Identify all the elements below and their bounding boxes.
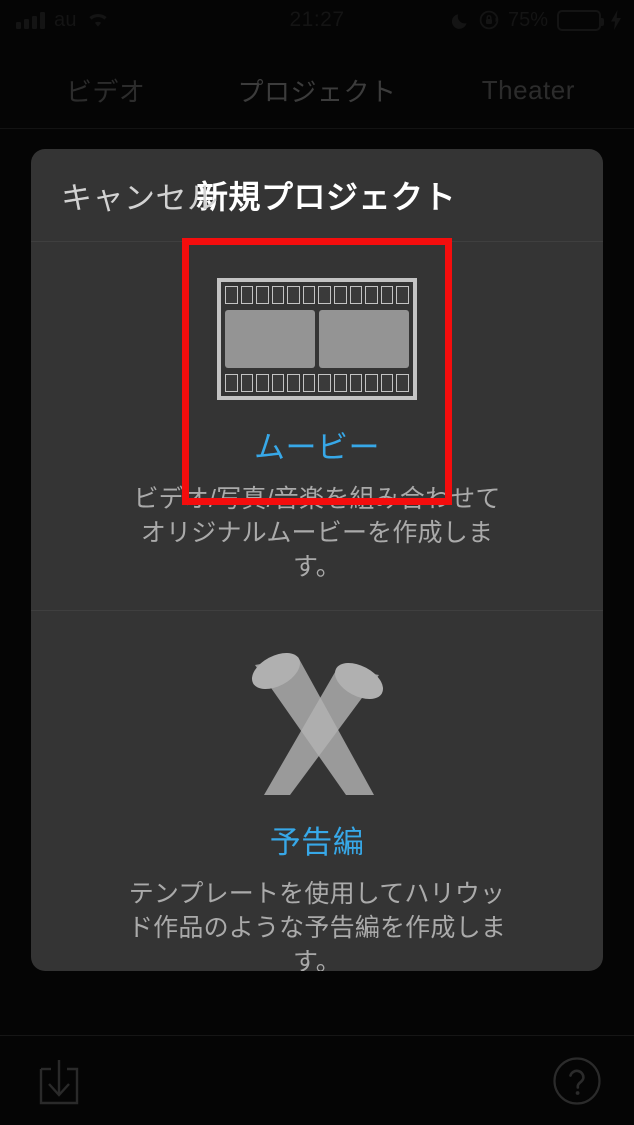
help-question-icon[interactable]	[552, 1056, 602, 1106]
import-download-icon[interactable]	[36, 1058, 82, 1106]
tab-projects[interactable]: プロジェクト	[211, 72, 422, 109]
battery-icon	[557, 9, 604, 31]
moon-icon	[451, 11, 470, 29]
bottom-toolbar	[0, 1036, 634, 1125]
status-bar: au 21:27 75%	[0, 0, 634, 40]
sheet-header: キャンセル 新規プロジェクト	[31, 149, 603, 242]
film-frames	[221, 310, 413, 368]
top-tab-bar[interactable]: ビデオ プロジェクト Theater	[0, 56, 634, 124]
option-trailer-description: テンプレートを使用してハリウッド作品のような予告編を作成します。	[127, 880, 506, 971]
battery-percentage: 75%	[507, 8, 548, 31]
crossed-spotlights-icon	[224, 649, 410, 796]
option-movie-description: ビデオ/写真/音楽を組み合わせてオリジナルムービーを作成します。	[133, 485, 501, 581]
film-sprockets-top	[221, 282, 413, 308]
cancel-button[interactable]: キャンセル	[61, 173, 219, 218]
lightning-bolt-icon	[610, 10, 622, 30]
tab-video[interactable]: ビデオ	[0, 72, 211, 109]
app-screen: au 21:27 75% ビデオ プロジェクト Theater キャンセル 新規…	[0, 0, 634, 1125]
option-movie-label[interactable]: ムービー	[254, 422, 380, 467]
option-trailer-label[interactable]: 予告編	[270, 817, 365, 862]
tab-theater[interactable]: Theater	[423, 75, 634, 106]
option-trailer[interactable]: 予告編 テンプレートを使用してハリウッド作品のような予告編を作成します。	[31, 611, 603, 971]
new-project-sheet: キャンセル 新規プロジェクト ムービー ビデオ/写真/音楽を組み合わせてオリジナ…	[31, 149, 603, 971]
film-strip-icon	[217, 278, 417, 400]
rotation-lock-icon	[479, 10, 499, 30]
film-sprockets-bottom	[221, 370, 413, 396]
status-bar-right: 75%	[451, 0, 622, 40]
tab-bar-divider	[0, 128, 634, 129]
option-movie[interactable]: ムービー ビデオ/写真/音楽を組み合わせてオリジナルムービーを作成します。	[31, 242, 603, 610]
